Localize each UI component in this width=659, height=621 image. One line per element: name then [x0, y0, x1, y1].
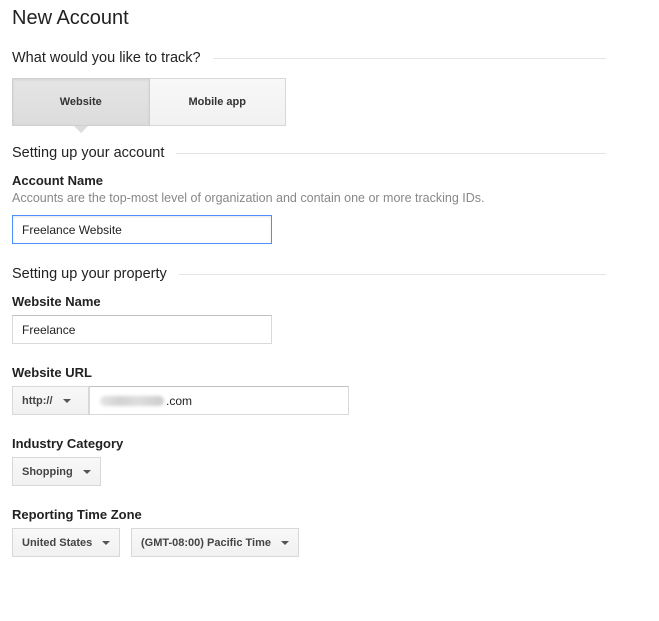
chevron-down-icon	[82, 469, 91, 474]
account-name-label: Account Name	[12, 173, 104, 188]
protocol-value: http://	[22, 394, 53, 407]
redacted-domain	[100, 395, 164, 406]
website-name-input[interactable]	[12, 315, 272, 344]
chevron-down-icon	[62, 398, 71, 403]
account-section-heading: Setting up your account	[12, 143, 606, 163]
account-name-help: Accounts are the top-most level of organ…	[12, 191, 485, 205]
account-name-input[interactable]	[12, 215, 272, 244]
website-name-label: Website Name	[12, 294, 101, 309]
selected-pointer-icon	[73, 126, 88, 133]
website-option-label: Website	[59, 96, 102, 108]
time-zone-value: (GMT-08:00) Pacific Time	[141, 536, 272, 549]
country-dropdown[interactable]: United States	[12, 528, 121, 557]
website-url-input[interactable]: .com	[89, 386, 349, 415]
mobile-app-option-button[interactable]: Mobile app	[149, 78, 286, 126]
page-title: New Account	[12, 7, 129, 29]
reporting-time-zone-label: Reporting Time Zone	[12, 507, 142, 522]
country-value: United States	[22, 536, 93, 549]
url-suffix: .com	[166, 393, 193, 408]
divider	[176, 152, 606, 154]
account-section-label: Setting up your account	[12, 145, 165, 161]
website-url-label: Website URL	[12, 365, 92, 380]
property-section-label: Setting up your property	[12, 266, 167, 282]
website-option-button[interactable]: Website	[12, 78, 150, 133]
divider	[212, 57, 606, 59]
time-zone-dropdown[interactable]: (GMT-08:00) Pacific Time	[131, 528, 300, 557]
industry-category-dropdown[interactable]: Shopping	[12, 457, 101, 486]
industry-category-value: Shopping	[22, 465, 73, 478]
chevron-down-icon	[102, 540, 111, 545]
chevron-down-icon	[281, 540, 290, 545]
track-type-toggle: Website Mobile app	[12, 78, 286, 133]
mobile-app-option-label: Mobile app	[188, 96, 246, 108]
protocol-dropdown[interactable]: http://	[12, 386, 89, 415]
industry-category-label: Industry Category	[12, 436, 124, 451]
track-section-label: What would you like to track?	[12, 50, 201, 66]
divider	[178, 273, 606, 275]
track-section-heading: What would you like to track?	[12, 48, 606, 68]
property-section-heading: Setting up your property	[12, 264, 606, 284]
